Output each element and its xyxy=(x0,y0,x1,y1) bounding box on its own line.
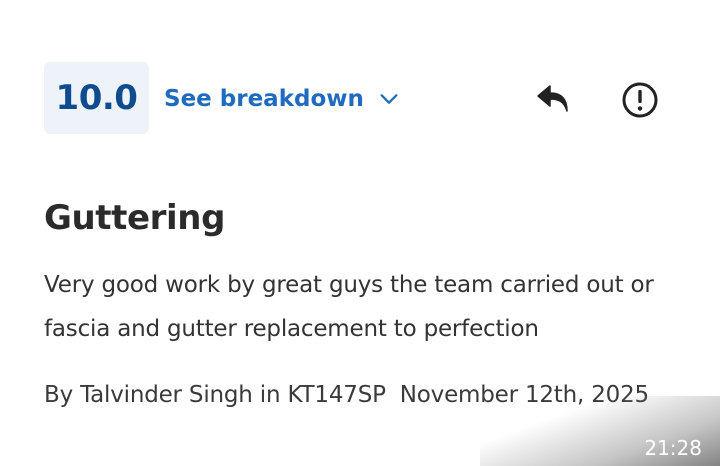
see-breakdown-label: See breakdown xyxy=(164,86,364,112)
review-card: 10.0 See breakdown Guttering Very good w… xyxy=(0,0,720,466)
reply-icon[interactable] xyxy=(534,80,574,118)
review-byline: By Talvinder Singh in KT147SP November 12… xyxy=(44,382,649,408)
report-icon[interactable] xyxy=(620,80,660,120)
score-badge: 10.0 xyxy=(44,62,149,134)
review-author: By Talvinder Singh in KT147SP xyxy=(44,382,386,408)
score-value: 10.0 xyxy=(55,78,138,118)
review-title: Guttering xyxy=(44,198,226,238)
review-body: Very good work by great guys the team ca… xyxy=(44,272,654,342)
review-date: November 12th, 2025 xyxy=(399,382,649,408)
chevron-down-icon xyxy=(380,94,398,104)
status-clock: 21:28 xyxy=(644,436,702,460)
see-breakdown-button[interactable]: See breakdown xyxy=(164,83,400,115)
